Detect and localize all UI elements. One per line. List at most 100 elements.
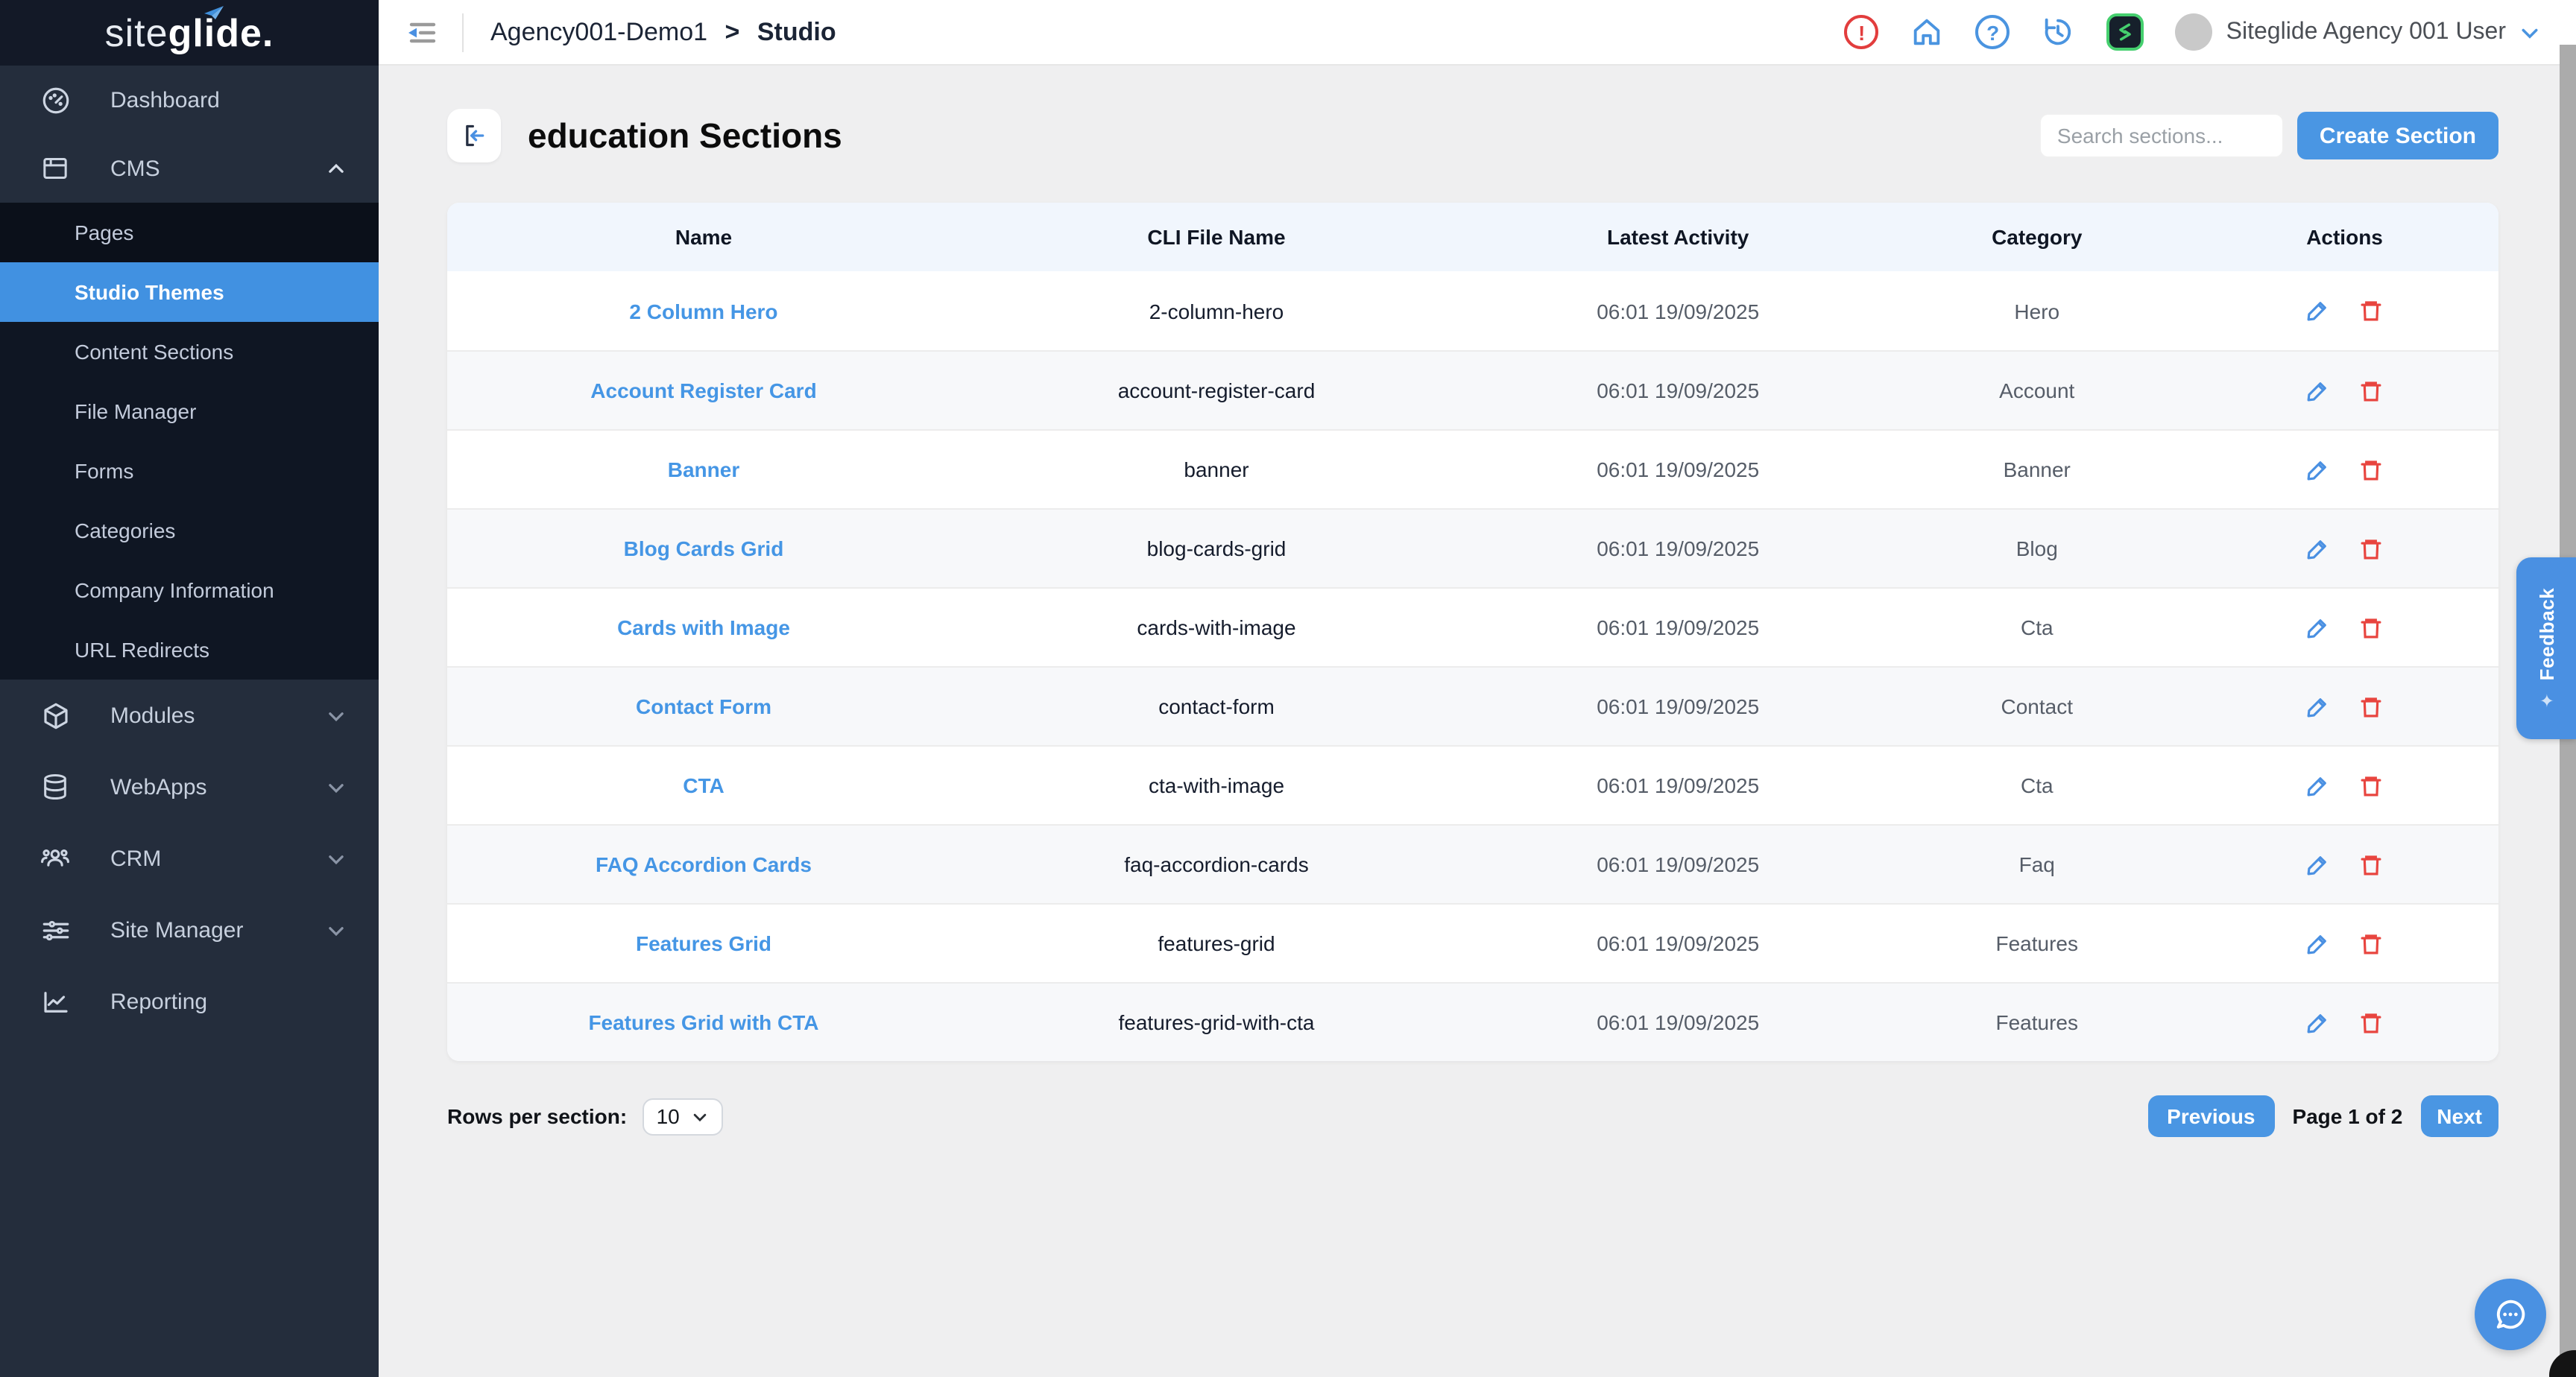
section-name-link[interactable]: Contact Form xyxy=(636,694,771,718)
sidebar-item-studio-themes[interactable]: Studio Themes xyxy=(0,262,379,322)
edit-icon[interactable] xyxy=(2304,613,2332,642)
column-header-cli-file-name[interactable]: CLI File Name xyxy=(960,225,1473,249)
sub-item-label: Forms xyxy=(75,459,133,483)
siteglide-logo[interactable]: siteglide. xyxy=(105,10,274,56)
next-page-button[interactable]: Next xyxy=(2420,1095,2498,1137)
section-name-link[interactable]: Account Register Card xyxy=(590,379,816,402)
panel-collapse-button[interactable] xyxy=(447,109,501,162)
sidebar-item-url-redirects[interactable]: URL Redirects xyxy=(0,620,379,680)
edit-icon[interactable] xyxy=(2304,692,2332,721)
breadcrumb-site[interactable]: Agency001-Demo1 xyxy=(490,17,707,45)
home-icon[interactable] xyxy=(1910,15,1945,49)
sidebar-item-dashboard[interactable]: Dashboard xyxy=(0,66,379,134)
cli-file-name: contact-form xyxy=(960,694,1473,718)
column-header-category[interactable]: Category xyxy=(1883,225,2191,249)
delete-icon[interactable] xyxy=(2358,455,2386,484)
section-name-link[interactable]: FAQ Accordion Cards xyxy=(596,852,812,876)
column-header-name[interactable]: Name xyxy=(447,225,960,249)
delete-icon[interactable] xyxy=(2358,534,2386,563)
latest-activity: 06:01 19/09/2025 xyxy=(1473,852,1883,876)
delete-icon[interactable] xyxy=(2358,771,2386,800)
chat-bubble-button[interactable] xyxy=(2475,1279,2546,1350)
sub-item-label: Content Sections xyxy=(75,340,233,364)
create-section-button[interactable]: Create Section xyxy=(2297,112,2498,159)
category: Cta xyxy=(1883,615,2191,639)
gauge-icon xyxy=(39,83,72,116)
latest-activity: 06:01 19/09/2025 xyxy=(1473,536,1883,560)
delete-icon[interactable] xyxy=(2358,929,2386,957)
cli-file-name: banner xyxy=(960,458,1473,481)
delete-icon[interactable] xyxy=(2358,850,2386,879)
category: Contact xyxy=(1883,694,2191,718)
pagination: Previous Page 1 of 2 Next xyxy=(2147,1095,2498,1137)
sub-item-label: File Manager xyxy=(75,399,196,423)
sidebar-item-label: Reporting xyxy=(110,989,207,1014)
sidebar-item-reporting[interactable]: Reporting xyxy=(0,966,379,1037)
page-header: education Sections Create Section xyxy=(447,107,2498,164)
delete-icon[interactable] xyxy=(2358,297,2386,325)
previous-page-button[interactable]: Previous xyxy=(2147,1095,2274,1137)
latest-activity: 06:01 19/09/2025 xyxy=(1473,773,1883,797)
edit-icon[interactable] xyxy=(2304,534,2332,563)
section-name-link[interactable]: CTA xyxy=(683,773,724,797)
sidebar-item-webapps[interactable]: WebApps xyxy=(0,751,379,823)
delete-icon[interactable] xyxy=(2358,613,2386,642)
section-name-link[interactable]: 2 Column Hero xyxy=(629,299,777,323)
cli-file-name: cta-with-image xyxy=(960,773,1473,797)
siteglide-green-badge-icon[interactable] xyxy=(2107,13,2144,51)
edit-icon[interactable] xyxy=(2304,1008,2332,1036)
edit-icon[interactable] xyxy=(2304,455,2332,484)
alert-icon[interactable]: ! xyxy=(1845,15,1879,49)
sidebar: siteglide. Dashboard xyxy=(0,0,379,1377)
rows-per-page-select[interactable]: 10 xyxy=(642,1098,722,1135)
sidebar-item-file-manager[interactable]: File Manager xyxy=(0,382,379,441)
section-name-link[interactable]: Features Grid with CTA xyxy=(588,1010,818,1034)
category: Cta xyxy=(1883,773,2191,797)
page-title: education Sections xyxy=(528,115,842,156)
sidebar-item-modules[interactable]: Modules xyxy=(0,680,379,751)
sidebar-item-cms[interactable]: CMS xyxy=(0,134,379,203)
delete-icon[interactable] xyxy=(2358,1008,2386,1036)
section-name-link[interactable]: Features Grid xyxy=(636,931,771,955)
latest-activity: 06:01 19/09/2025 xyxy=(1473,931,1883,955)
main-area: Agency001-Demo1 > Studio ! ? xyxy=(379,0,2576,1377)
user-name: Siteglide Agency 001 User xyxy=(2226,19,2506,45)
sidebar-collapse-icon[interactable] xyxy=(402,13,441,51)
cli-file-name: account-register-card xyxy=(960,379,1473,402)
section-name-link[interactable]: Blog Cards Grid xyxy=(624,536,784,560)
sidebar-item-company-information[interactable]: Company Information xyxy=(0,560,379,620)
latest-activity: 06:01 19/09/2025 xyxy=(1473,299,1883,323)
edit-icon[interactable] xyxy=(2304,771,2332,800)
sidebar-item-site-manager[interactable]: Site Manager xyxy=(0,894,379,966)
feedback-tab[interactable]: ✦ Feedback xyxy=(2516,557,2576,739)
category: Features xyxy=(1883,931,2191,955)
sidebar-item-pages[interactable]: Pages xyxy=(0,203,379,262)
search-input[interactable] xyxy=(2039,113,2284,158)
sidebar-item-crm[interactable]: CRM xyxy=(0,823,379,894)
column-header-latest-activity[interactable]: Latest Activity xyxy=(1473,225,1883,249)
table-row: CTA cta-with-image 06:01 19/09/2025 Cta xyxy=(447,745,2498,824)
delete-icon[interactable] xyxy=(2358,692,2386,721)
sidebar-item-label: Site Manager xyxy=(110,917,243,943)
help-icon[interactable]: ? xyxy=(1976,15,2010,49)
delete-icon[interactable] xyxy=(2358,376,2386,405)
sub-item-label: Studio Themes xyxy=(75,280,224,304)
edit-icon[interactable] xyxy=(2304,297,2332,325)
topbar-divider xyxy=(462,13,464,51)
sidebar-item-content-sections[interactable]: Content Sections xyxy=(0,322,379,382)
sidebar-item-forms[interactable]: Forms xyxy=(0,441,379,501)
sidebar-item-categories[interactable]: Categories xyxy=(0,501,379,560)
edit-icon[interactable] xyxy=(2304,929,2332,957)
section-name-link[interactable]: Cards with Image xyxy=(617,615,790,639)
cli-file-name: features-grid xyxy=(960,931,1473,955)
cli-file-name: blog-cards-grid xyxy=(960,536,1473,560)
history-icon[interactable] xyxy=(2042,15,2076,49)
cli-file-name: faq-accordion-cards xyxy=(960,852,1473,876)
sparkles-icon: ✦ xyxy=(2536,688,2557,710)
edit-icon[interactable] xyxy=(2304,376,2332,405)
edit-icon[interactable] xyxy=(2304,850,2332,879)
user-menu[interactable]: Siteglide Agency 001 User xyxy=(2176,13,2540,51)
feedback-tab-label: Feedback xyxy=(2535,586,2557,680)
section-name-link[interactable]: Banner xyxy=(668,458,739,481)
table-header-row: Name CLI File Name Latest Activity Categ… xyxy=(447,203,2498,271)
